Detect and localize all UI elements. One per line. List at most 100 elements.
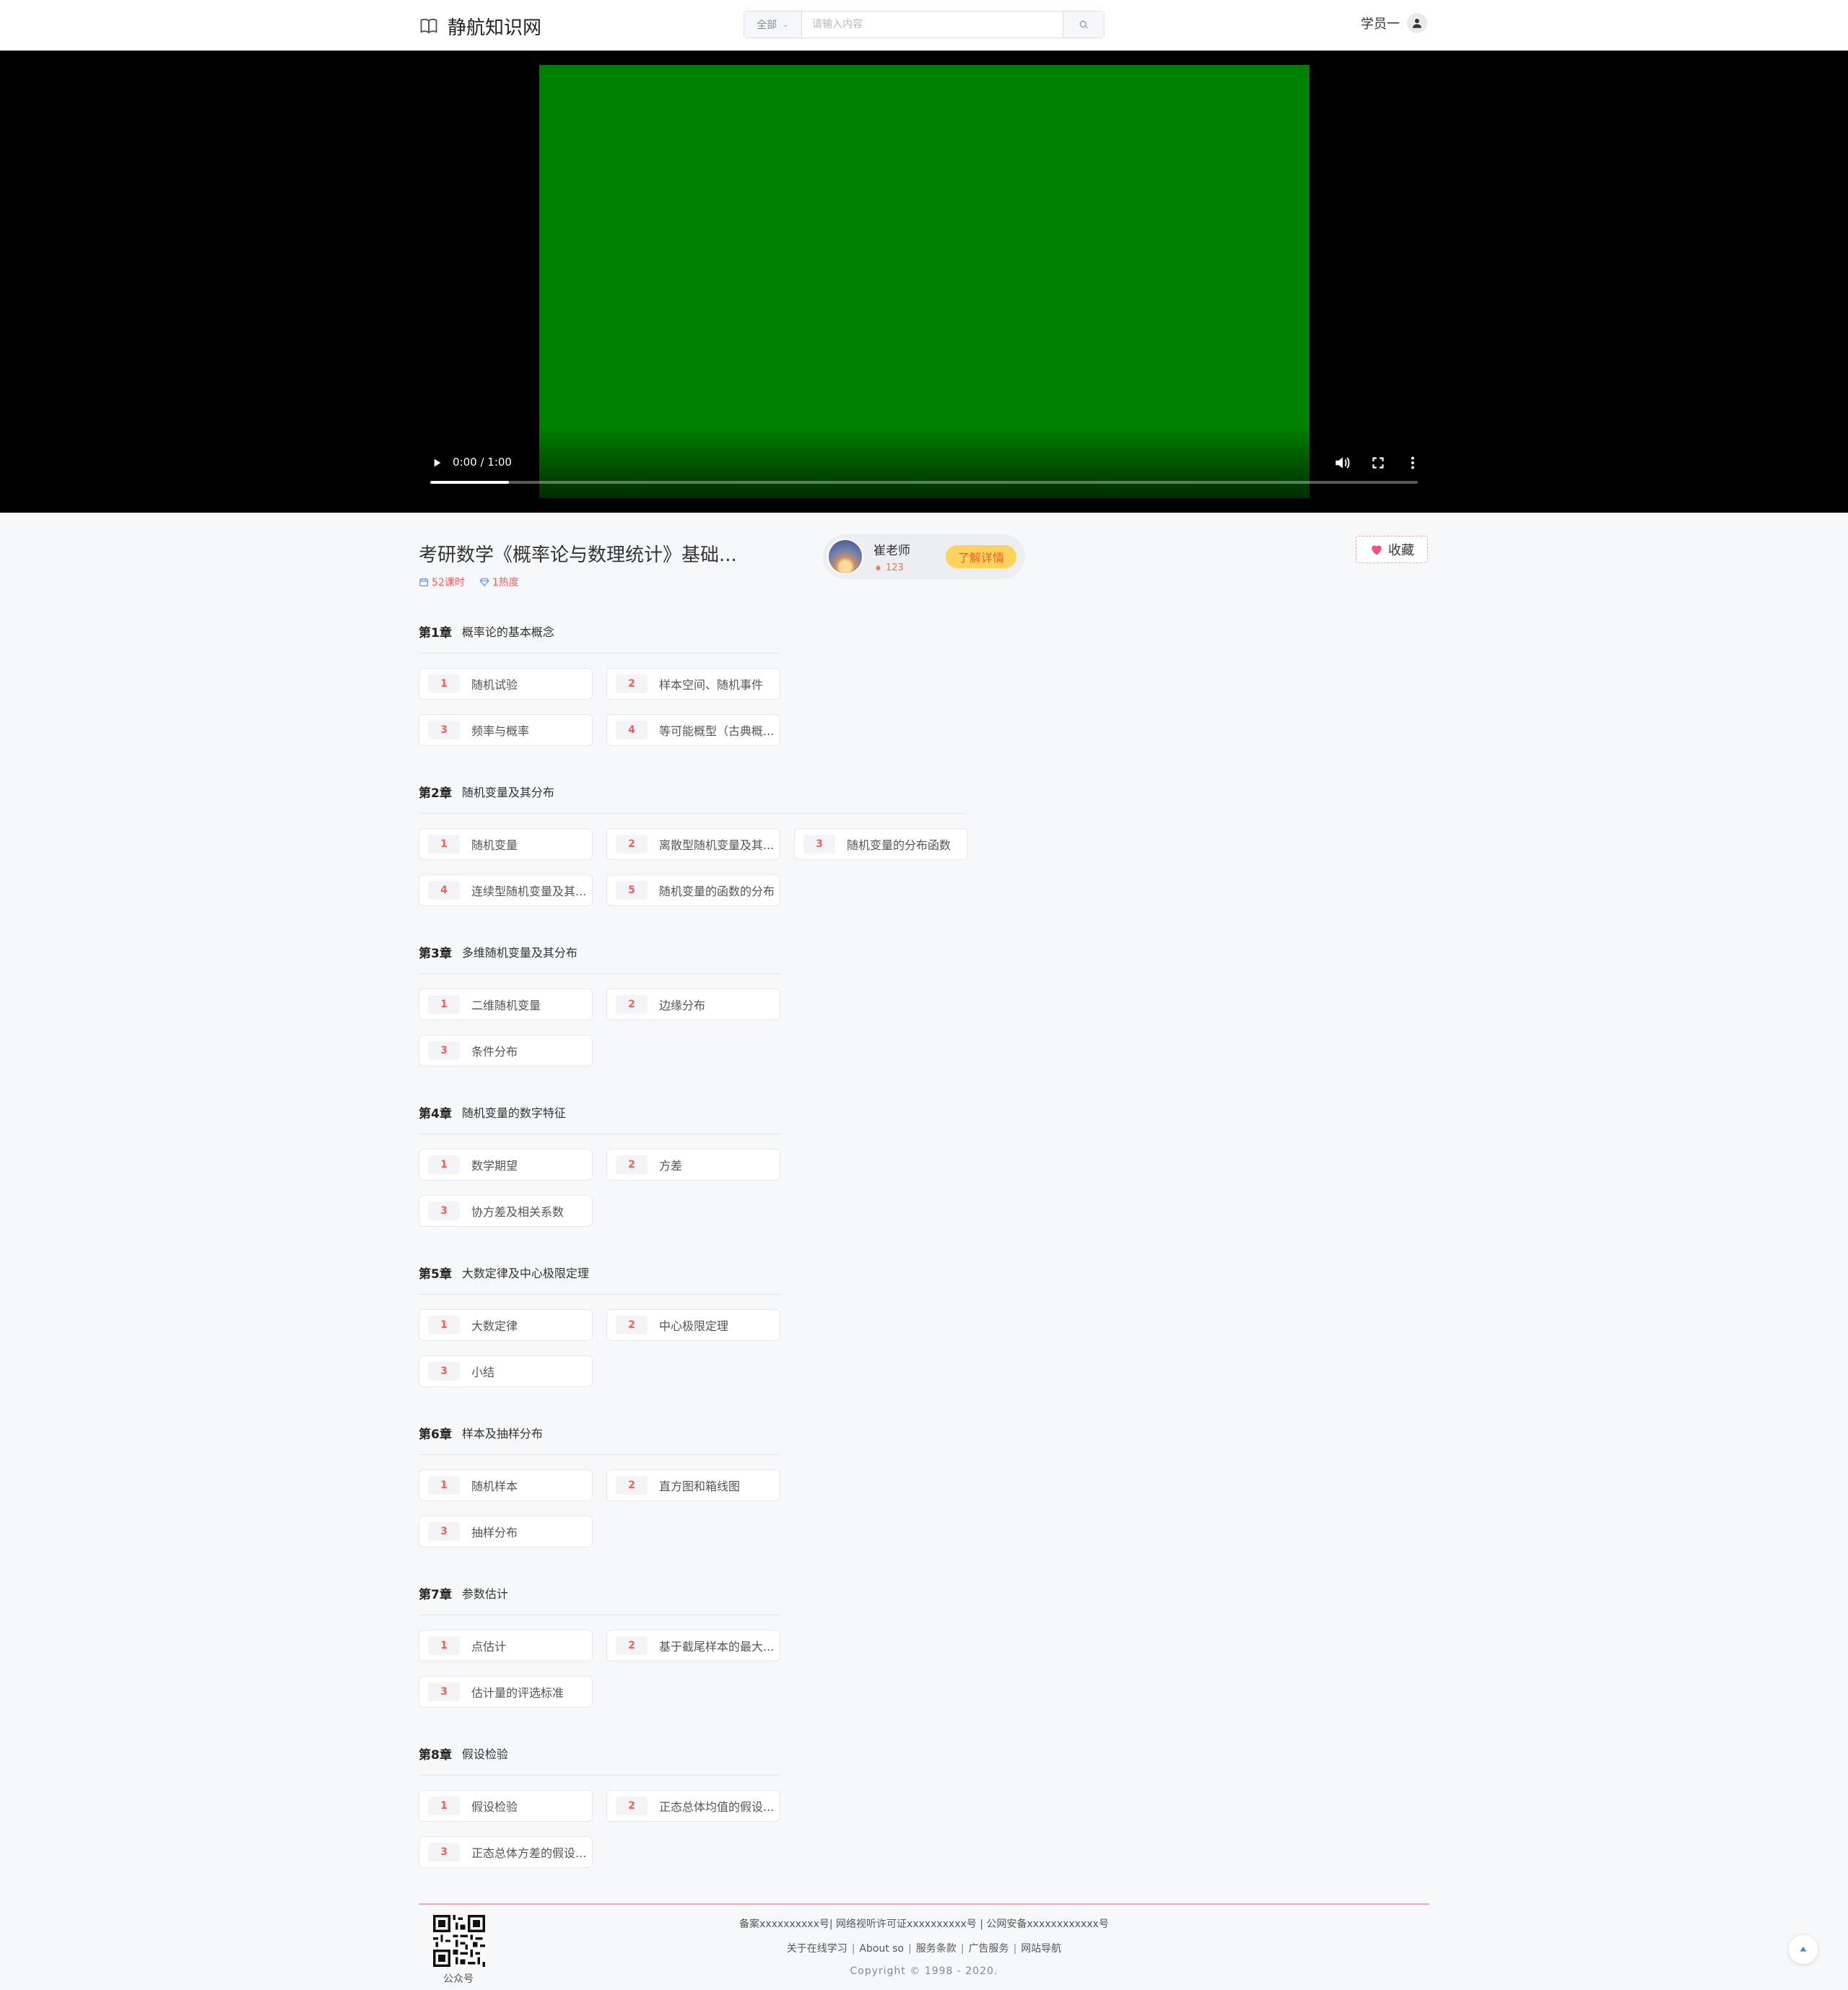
lesson-item[interactable]: 1 假设检验 (419, 1790, 593, 1822)
lesson-name: 条件分布 (471, 1045, 518, 1059)
search-button[interactable] (1063, 12, 1104, 38)
lesson-item[interactable]: 1 点估计 (419, 1630, 593, 1661)
chapter-title: 随机变量及其分布 (461, 786, 554, 799)
lesson-count-label: 52课时 (432, 577, 465, 588)
lesson-item[interactable]: 3 正态总体方差的假设... (419, 1836, 593, 1868)
lesson-name: 假设检验 (471, 1800, 518, 1814)
lesson-name: 正态总体均值的假设... (659, 1800, 775, 1814)
hot-count: 1热度 (479, 575, 519, 589)
lesson-item[interactable]: 1 随机样本 (419, 1469, 593, 1501)
lesson-item[interactable]: 3 抽样分布 (419, 1516, 593, 1547)
site-logo[interactable]: 静航知识网 (419, 13, 541, 39)
lesson-item[interactable]: 3 协方差及相关系数 (419, 1195, 593, 1227)
chapter-divider (419, 1294, 780, 1295)
teacher-card: 崔老师 123 了解详情 (823, 534, 1025, 579)
lesson-grid: 1 随机样本 2 直方图和箱线图 3 抽样分布 (419, 1469, 968, 1547)
lesson-item[interactable]: 3 条件分布 (419, 1035, 593, 1066)
volume-button[interactable] (1333, 453, 1351, 472)
lesson-item[interactable]: 2 边缘分布 (606, 989, 780, 1020)
course-meta: 52课时 1热度 (419, 575, 533, 589)
lesson-number: 2 (616, 674, 648, 693)
lesson-item[interactable]: 2 方差 (606, 1149, 780, 1181)
fullscreen-icon (1372, 457, 1384, 469)
lesson-item[interactable]: 3 随机变量的分布函数 (794, 828, 968, 860)
favorite-button[interactable]: 收藏 (1356, 536, 1428, 563)
lesson-item[interactable]: 4 等可能概型（古典概... (606, 714, 780, 746)
lesson-item[interactable]: 3 小结 (419, 1355, 593, 1387)
footer-link[interactable]: 广告服务 (969, 1943, 1009, 1955)
chapter-title: 多维随机变量及其分布 (461, 946, 578, 960)
chapter-title: 随机变量的数字特征 (461, 1106, 566, 1120)
lesson-name: 二维随机变量 (471, 999, 541, 1012)
lesson-item[interactable]: 5 随机变量的函数的分布 (606, 874, 780, 906)
chapter-number: 第1章 (419, 625, 452, 640)
footer-separator: | (908, 1943, 912, 1955)
lesson-item[interactable]: 1 二维随机变量 (419, 989, 593, 1020)
video-player[interactable]: 0:00 / 1:00 (0, 51, 1848, 513)
lesson-number: 1 (428, 995, 460, 1014)
lesson-item[interactable]: 1 数学期望 (419, 1149, 593, 1181)
lesson-grid: 1 数学期望 2 方差 3 协方差及相关系数 (419, 1149, 968, 1227)
lesson-number: 3 (428, 1843, 460, 1861)
lesson-grid: 1 大数定律 2 中心极限定理 3 小结 (419, 1309, 968, 1387)
footer-link[interactable]: 关于在线学习 (787, 1943, 847, 1955)
chapter-section: 第4章 随机变量的数字特征 1 数学期望 2 方差 3 协方差及相关系数 (419, 1102, 1429, 1262)
lesson-number: 2 (616, 1476, 648, 1495)
teacher-hot-count: 123 (886, 562, 904, 573)
lesson-number: 1 (428, 1476, 460, 1495)
lesson-name: 随机变量的分布函数 (847, 838, 951, 852)
lesson-name: 估计量的评选标准 (471, 1686, 565, 1700)
lesson-item[interactable]: 4 连续型随机变量及其... (419, 874, 593, 906)
lesson-grid: 1 点估计 2 基于截尾样本的最大... 3 估计量的评选标准 (419, 1630, 968, 1708)
user-avatar-icon (1407, 13, 1427, 33)
chapter-header: 第3章 多维随机变量及其分布 (419, 942, 578, 962)
chapter-title: 概率论的基本概念 (461, 625, 554, 639)
chapter-section: 第6章 样本及抽样分布 1 随机样本 2 直方图和箱线图 3 抽样分布 (419, 1422, 1429, 1583)
lesson-number: 2 (616, 1636, 648, 1655)
chapter-list: 第1章 概率论的基本概念 1 随机试验 2 样本空间、随机事件 3 频率与概率 4 等可能概型（古… (419, 621, 1429, 1903)
lesson-name: 随机变量的函数的分布 (659, 885, 775, 898)
search-input[interactable] (802, 12, 1063, 38)
lesson-item[interactable]: 1 大数定律 (419, 1309, 593, 1341)
chapter-section: 第1章 概率论的基本概念 1 随机试验 2 样本空间、随机事件 3 频率与概率 4 等可能概型（古… (419, 621, 1429, 781)
footer-link[interactable]: 网站导航 (1021, 1943, 1061, 1955)
course-title: 考研数学《概率论与数理统计》基础... (419, 544, 737, 566)
lesson-number: 2 (616, 1316, 648, 1334)
learn-more-button[interactable]: 了解详情 (946, 545, 1016, 568)
lesson-name: 随机变量 (471, 838, 518, 852)
lesson-item[interactable]: 3 频率与概率 (419, 714, 593, 746)
video-progress-fill (430, 481, 510, 484)
video-progress-bar[interactable] (430, 481, 1418, 484)
teacher-avatar[interactable] (827, 539, 863, 575)
lesson-item[interactable]: 1 随机试验 (419, 668, 593, 700)
back-to-top-button[interactable] (1789, 1935, 1818, 1964)
footer-link[interactable]: 服务条款 (916, 1943, 956, 1955)
lesson-item[interactable]: 1 随机变量 (419, 828, 593, 860)
more-options-button[interactable] (1403, 453, 1422, 472)
play-button[interactable] (429, 455, 445, 471)
chapter-header: 第1章 概率论的基本概念 (419, 621, 554, 641)
lesson-name: 方差 (659, 1159, 683, 1173)
lesson-item[interactable]: 2 正态总体均值的假设... (606, 1790, 780, 1822)
chapter-number: 第6章 (419, 1427, 452, 1442)
chapter-title: 假设检验 (461, 1747, 508, 1761)
lesson-name: 样本空间、随机事件 (659, 678, 764, 692)
lesson-item[interactable]: 2 基于截尾样本的最大... (606, 1630, 780, 1661)
teacher-info: 崔老师 123 (873, 540, 910, 573)
lesson-number: 3 (428, 1362, 460, 1381)
lesson-number: 1 (428, 1796, 460, 1815)
volume-icon (1335, 457, 1350, 469)
fullscreen-button[interactable] (1369, 453, 1387, 472)
lesson-item[interactable]: 3 估计量的评选标准 (419, 1676, 593, 1708)
diamond-icon (479, 578, 489, 587)
chevron-down-icon: ⌄ (783, 20, 789, 29)
lesson-item[interactable]: 2 直方图和箱线图 (606, 1469, 780, 1501)
footer-link[interactable]: About so (859, 1943, 904, 1955)
lesson-number: 3 (803, 835, 835, 853)
lesson-item[interactable]: 2 中心极限定理 (606, 1309, 780, 1341)
chapter-divider (419, 1454, 780, 1455)
search-category-select[interactable]: 全部 ⌄ (744, 12, 802, 38)
user-menu[interactable]: 学员一 (1361, 13, 1427, 33)
lesson-item[interactable]: 2 样本空间、随机事件 (606, 668, 780, 700)
lesson-item[interactable]: 2 离散型随机变量及其... (606, 828, 780, 860)
